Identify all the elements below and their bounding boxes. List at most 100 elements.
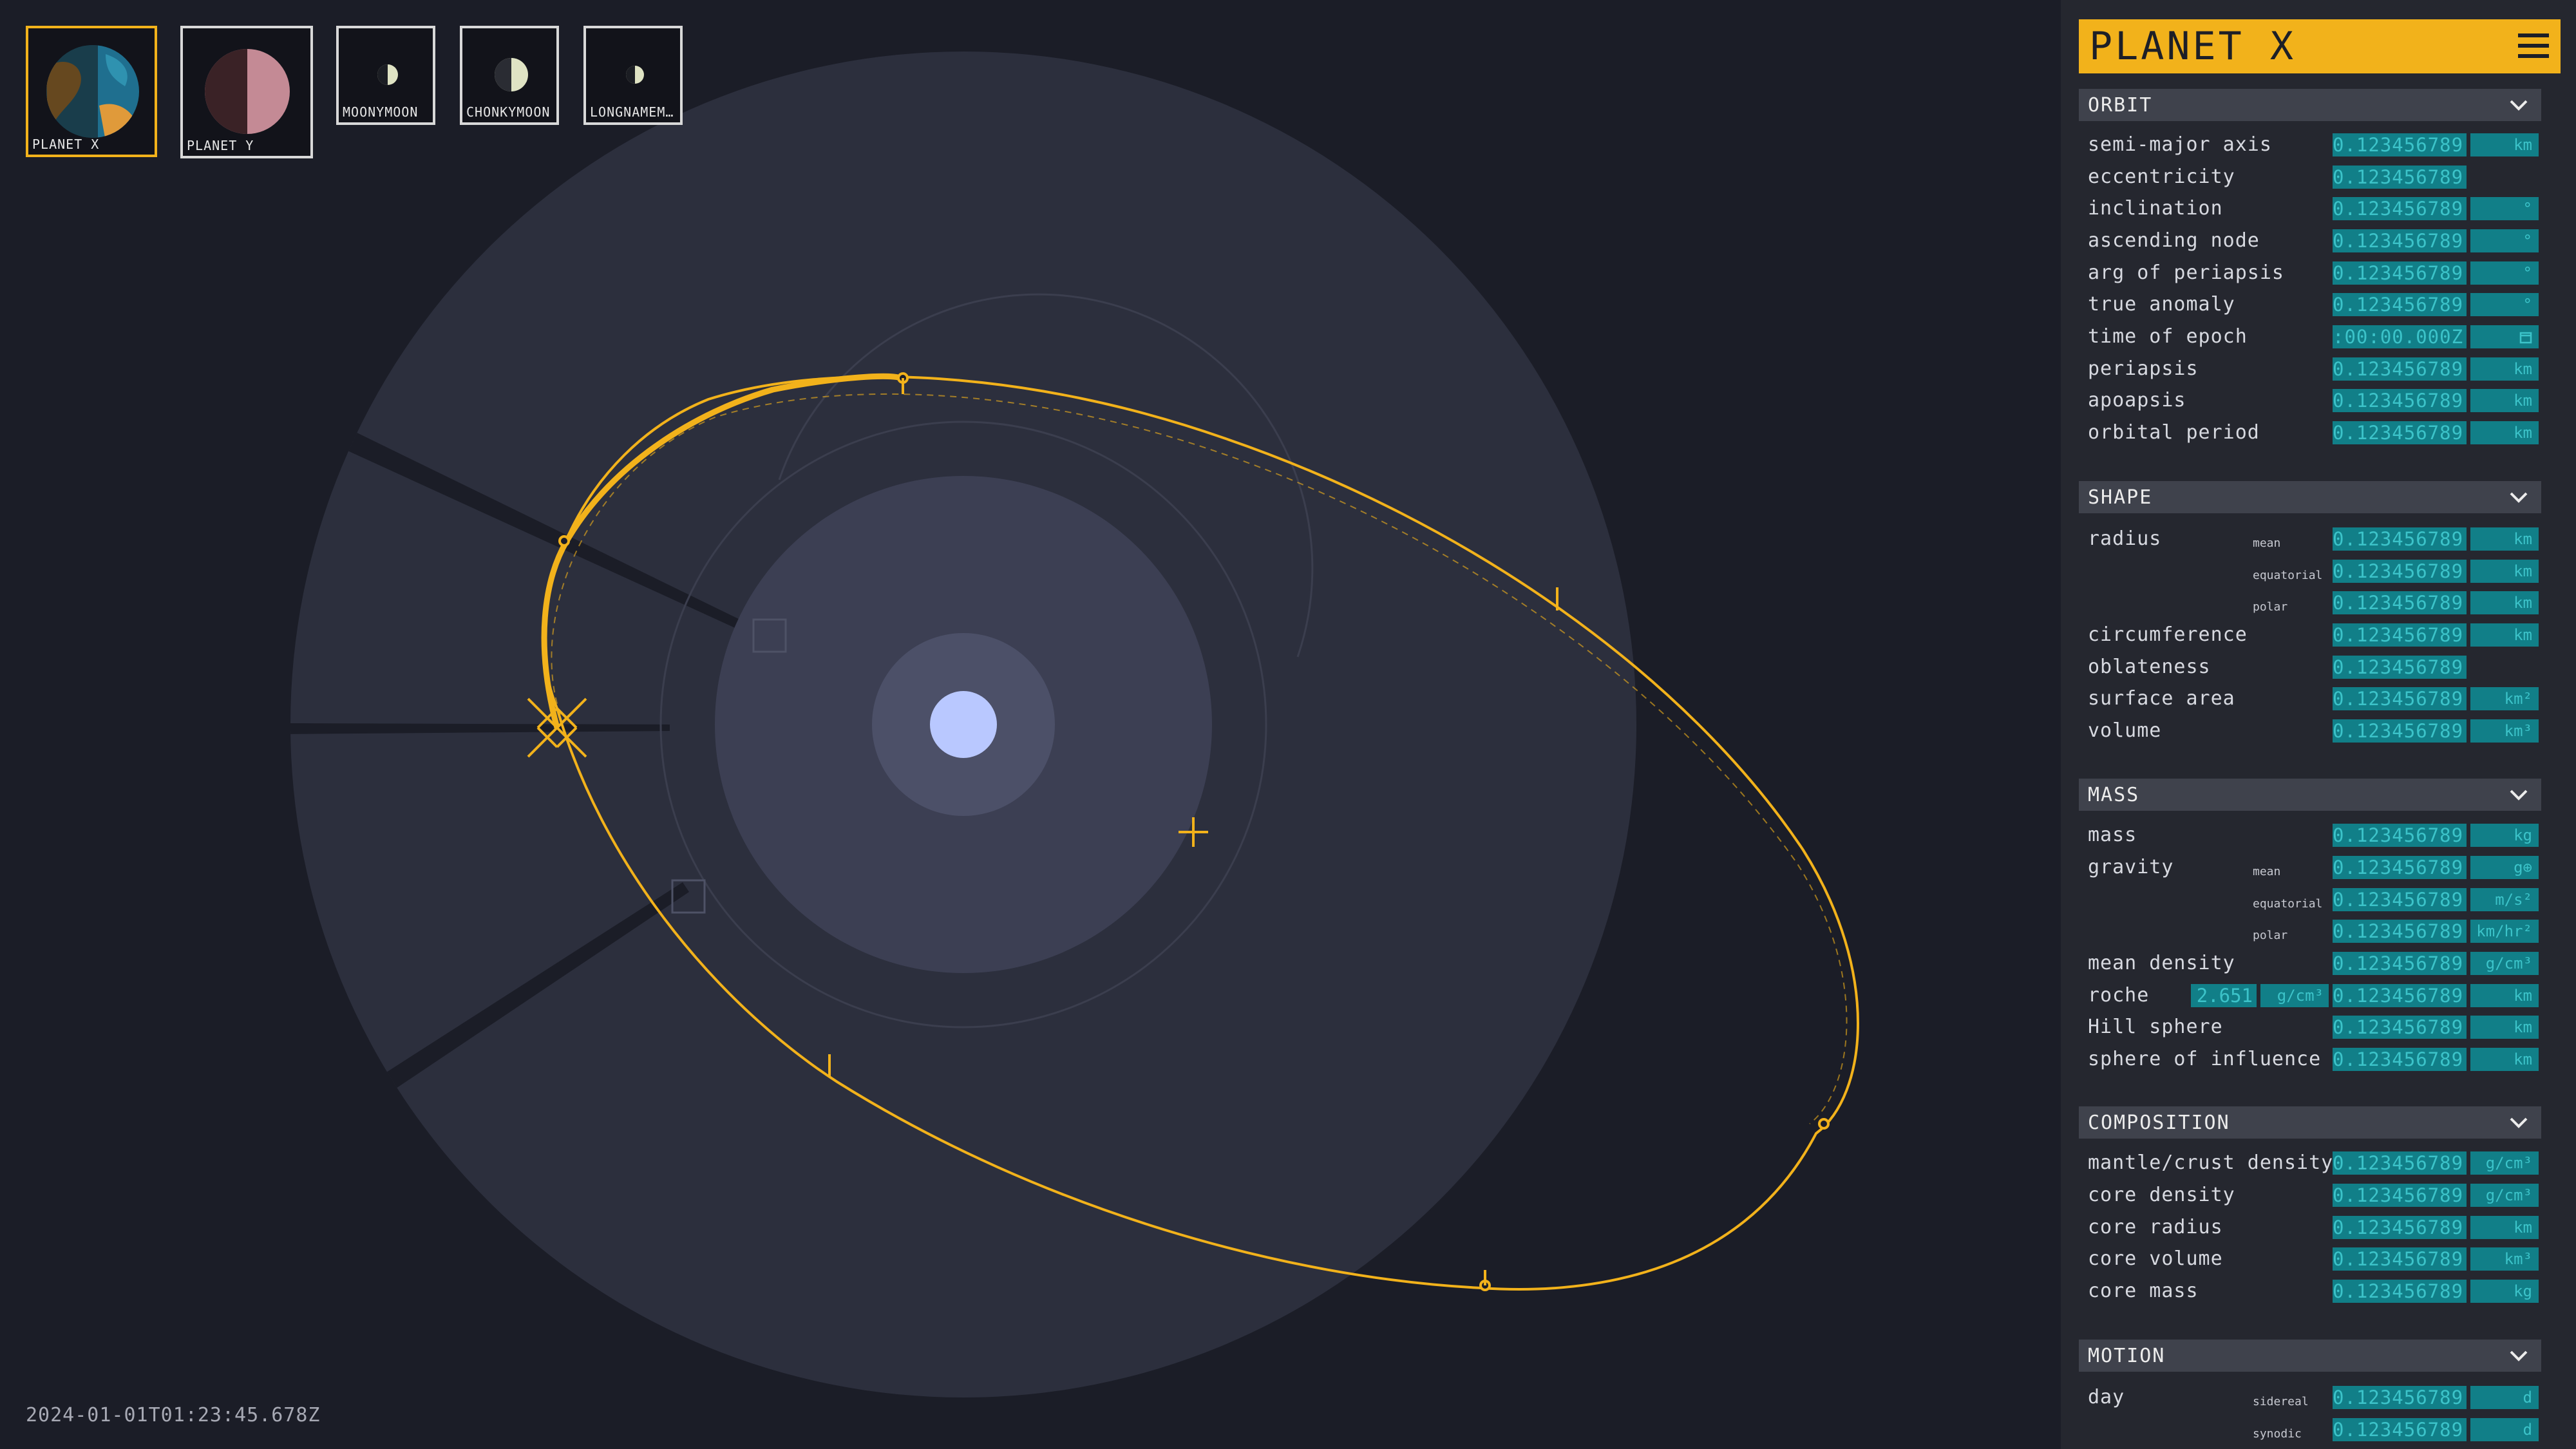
periapsis-marker[interactable] [1818, 1118, 1830, 1130]
radius-equatorial-input[interactable]: 0.123456789 [2333, 560, 2467, 583]
unit-selector[interactable]: km [2470, 421, 2539, 444]
unit-selector[interactable]: ° [2470, 197, 2539, 220]
unit-selector[interactable]: km³ [2470, 1247, 2539, 1271]
field-sublabel: equatorial [2253, 569, 2323, 582]
eccentricity-input[interactable]: 0.123456789 [2333, 166, 2467, 189]
unit-selector[interactable]: ° [2470, 293, 2539, 316]
oblateness-input[interactable]: 0.123456789 [2333, 656, 2467, 679]
roche-density-input[interactable]: 2.651 [2191, 984, 2257, 1007]
sphere-of-influence-input[interactable]: 0.123456789 [2333, 1048, 2467, 1071]
calendar-icon[interactable] [2470, 325, 2539, 348]
unit-selector[interactable]: kg [2470, 1280, 2539, 1303]
orbit-canvas[interactable] [0, 0, 2061, 1449]
section-mass-header[interactable]: MASS [2079, 779, 2541, 811]
unit-selector[interactable]: ° [2470, 229, 2539, 252]
day-sidereal-input[interactable]: 0.123456789 [2333, 1386, 2467, 1409]
descending-node-marker[interactable] [558, 535, 570, 547]
thumbnail-label: LONGNAMEM… [590, 104, 674, 120]
unit-selector[interactable]: km [2470, 389, 2539, 412]
section-motion-header[interactable]: MOTION [2079, 1340, 2541, 1372]
field-label: mass [2088, 824, 2137, 846]
unit-selector[interactable]: km [2470, 133, 2539, 156]
field-label: roche [2088, 984, 2150, 1007]
field-sublabel: mean [2253, 536, 2281, 550]
unit-selector[interactable]: km³ [2470, 719, 2539, 743]
volume-input[interactable]: 0.123456789 [2333, 719, 2467, 743]
surface-area-input[interactable]: 0.123456789 [2333, 687, 2467, 710]
menu-icon[interactable] [2517, 30, 2550, 63]
apoapsis-input[interactable]: 0.123456789 [2333, 389, 2467, 412]
unit-selector[interactable]: g/cm³ [2470, 1184, 2539, 1207]
field-label: orbital period [2088, 421, 2260, 444]
unit-selector[interactable]: g/cm³ [2470, 952, 2539, 975]
unit-selector[interactable]: ° [2470, 261, 2539, 285]
section-shape-header[interactable]: SHAPE [2079, 481, 2541, 513]
row-volume: volume 0.123456789 km³ [2088, 717, 2539, 743]
row-radius-polar: polar 0.123456789 km [2088, 589, 2539, 614]
unit-selector[interactable]: m/s² [2470, 888, 2539, 911]
orbital-period-input[interactable]: 0.123456789 [2333, 421, 2467, 444]
field-label: eccentricity [2088, 166, 2235, 188]
hill-sphere-input[interactable]: 0.123456789 [2333, 1016, 2467, 1039]
gravity-polar-input[interactable]: 0.123456789 [2333, 920, 2467, 943]
field-label: volume [2088, 719, 2162, 742]
circumference-input[interactable]: 0.123456789 [2333, 623, 2467, 647]
thumbnail-moonymoon[interactable]: MOONYMOON [336, 26, 435, 125]
arg-of-periapsis-input[interactable]: 0.123456789 [2333, 261, 2467, 285]
field-label: apoapsis [2088, 389, 2186, 412]
gravity-equatorial-input[interactable]: 0.123456789 [2333, 888, 2467, 911]
radius-polar-input[interactable]: 0.123456789 [2333, 591, 2467, 614]
field-label: inclination [2088, 197, 2223, 220]
unit-selector[interactable]: g/cm³ [2260, 984, 2329, 1007]
row-core-radius: core radius 0.123456789 km [2088, 1213, 2539, 1239]
section-composition-header[interactable]: COMPOSITION [2079, 1106, 2541, 1139]
unit-selector[interactable]: g/cm³ [2470, 1151, 2539, 1175]
core-radius-input[interactable]: 0.123456789 [2333, 1216, 2467, 1239]
unit-selector[interactable]: km/hr² [2470, 920, 2539, 943]
unit-selector[interactable]: kg [2470, 824, 2539, 847]
thumbnail-chonkymoon[interactable]: CHONKYMOON [460, 26, 559, 125]
thumbnail-planet-y[interactable]: PLANET Y [180, 26, 313, 158]
section-title: SHAPE [2088, 486, 2153, 509]
time-of-epoch-input[interactable]: :00:00.000Z [2333, 325, 2467, 348]
mass-input[interactable]: 0.123456789 [2333, 824, 2467, 847]
thumbnail-planet-x[interactable]: PLANET X [26, 26, 157, 157]
section-orbit-header[interactable]: ORBIT [2079, 89, 2541, 121]
unit-selector[interactable]: km [2470, 623, 2539, 647]
field-label: surface area [2088, 687, 2235, 710]
unit-selector[interactable]: km [2470, 984, 2539, 1007]
unit-selector[interactable]: km [2470, 1016, 2539, 1039]
core-volume-input[interactable]: 0.123456789 [2333, 1247, 2467, 1271]
inclination-input[interactable]: 0.123456789 [2333, 197, 2467, 220]
unit-selector[interactable]: d [2470, 1386, 2539, 1409]
core-mass-input[interactable]: 0.123456789 [2333, 1280, 2467, 1303]
day-synodic-input[interactable]: 0.123456789 [2333, 1418, 2467, 1441]
row-true-anomaly: true anomaly 0.123456789 ° [2088, 290, 2539, 316]
unit-selector[interactable]: km [2470, 591, 2539, 614]
ascending-node-input[interactable]: 0.123456789 [2333, 229, 2467, 252]
orbit-viewport[interactable] [0, 0, 2061, 1449]
unit-selector[interactable]: km [2470, 560, 2539, 583]
unit-selector[interactable]: d [2470, 1418, 2539, 1441]
periapsis-input[interactable]: 0.123456789 [2333, 357, 2467, 381]
semi-major-axis-input[interactable]: 0.123456789 [2333, 133, 2467, 156]
core-density-input[interactable]: 0.123456789 [2333, 1184, 2467, 1207]
field-sublabel: mean [2253, 865, 2281, 878]
unit-selector[interactable]: km [2470, 1048, 2539, 1071]
roche-limit-input[interactable]: 0.123456789 [2333, 984, 2467, 1007]
section-title: MASS [2088, 784, 2140, 806]
unit-selector[interactable]: km [2470, 357, 2539, 381]
unit-selector[interactable]: km [2470, 1216, 2539, 1239]
star-body[interactable] [930, 691, 997, 758]
radius-mean-input[interactable]: 0.123456789 [2333, 527, 2467, 551]
gravity-mean-input[interactable]: 0.123456789 [2333, 856, 2467, 879]
unit-selector[interactable]: g⊕ [2470, 856, 2539, 879]
unit-selector[interactable]: km² [2470, 687, 2539, 710]
thumbnail-longnamemoon[interactable]: LONGNAMEM… [583, 26, 683, 125]
panel-header: PLANET X [2079, 19, 2561, 73]
true-anomaly-input[interactable]: 0.123456789 [2333, 293, 2467, 316]
unit-selector[interactable]: km [2470, 527, 2539, 551]
field-label: arg of periapsis [2088, 261, 2284, 284]
mantle-density-input[interactable]: 0.123456789 [2333, 1151, 2467, 1175]
mean-density-input[interactable]: 0.123456789 [2333, 952, 2467, 975]
